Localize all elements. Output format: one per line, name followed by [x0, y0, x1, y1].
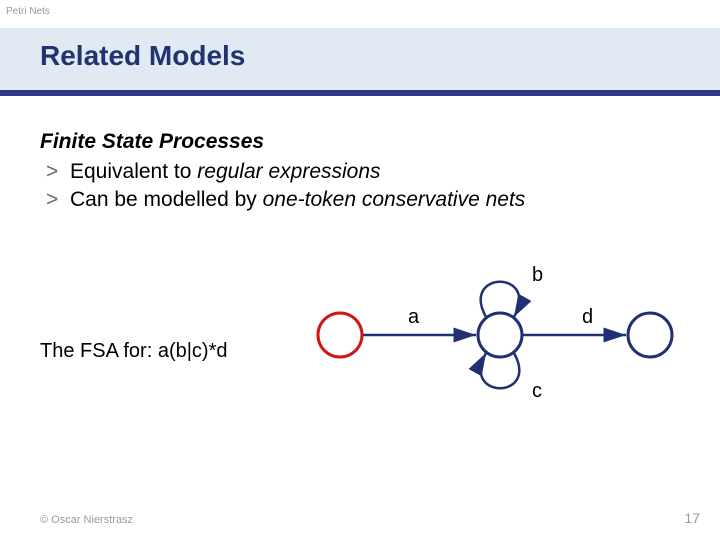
topic-label: Petri Nets: [6, 6, 50, 17]
state-final: [628, 313, 672, 357]
label-a: a: [408, 306, 419, 329]
footer-page-number: 17: [684, 510, 700, 526]
title-underline: [0, 90, 720, 96]
label-b: b: [532, 264, 543, 287]
subheading: Finite State Processes: [40, 130, 680, 154]
bullet-2-prefix: Can be modelled by: [70, 188, 263, 211]
bullet-2: >Can be modelled by one-token conservati…: [46, 186, 680, 214]
bullet-1-prefix: Equivalent to: [70, 160, 197, 183]
fsa-svg: [300, 250, 700, 420]
label-d: d: [582, 306, 593, 329]
state-middle: [478, 313, 522, 357]
bullet-1: >Equivalent to regular expressions: [46, 158, 680, 186]
page-title: Related Models: [40, 40, 245, 72]
state-start: [318, 313, 362, 357]
fsa-diagram: a b c d: [300, 250, 700, 420]
bullet-1-emph: regular expressions: [197, 160, 380, 183]
bullet-marker: >: [46, 186, 70, 214]
content-block: Finite State Processes >Equivalent to re…: [40, 130, 680, 215]
bullet-marker: >: [46, 158, 70, 186]
label-c: c: [532, 380, 542, 403]
bullet-2-emph: one-token conservative nets: [263, 188, 526, 211]
fsa-caption: The FSA for: a(b|c)*d: [40, 340, 228, 363]
footer-copyright: © Oscar Nierstrasz: [40, 514, 133, 526]
